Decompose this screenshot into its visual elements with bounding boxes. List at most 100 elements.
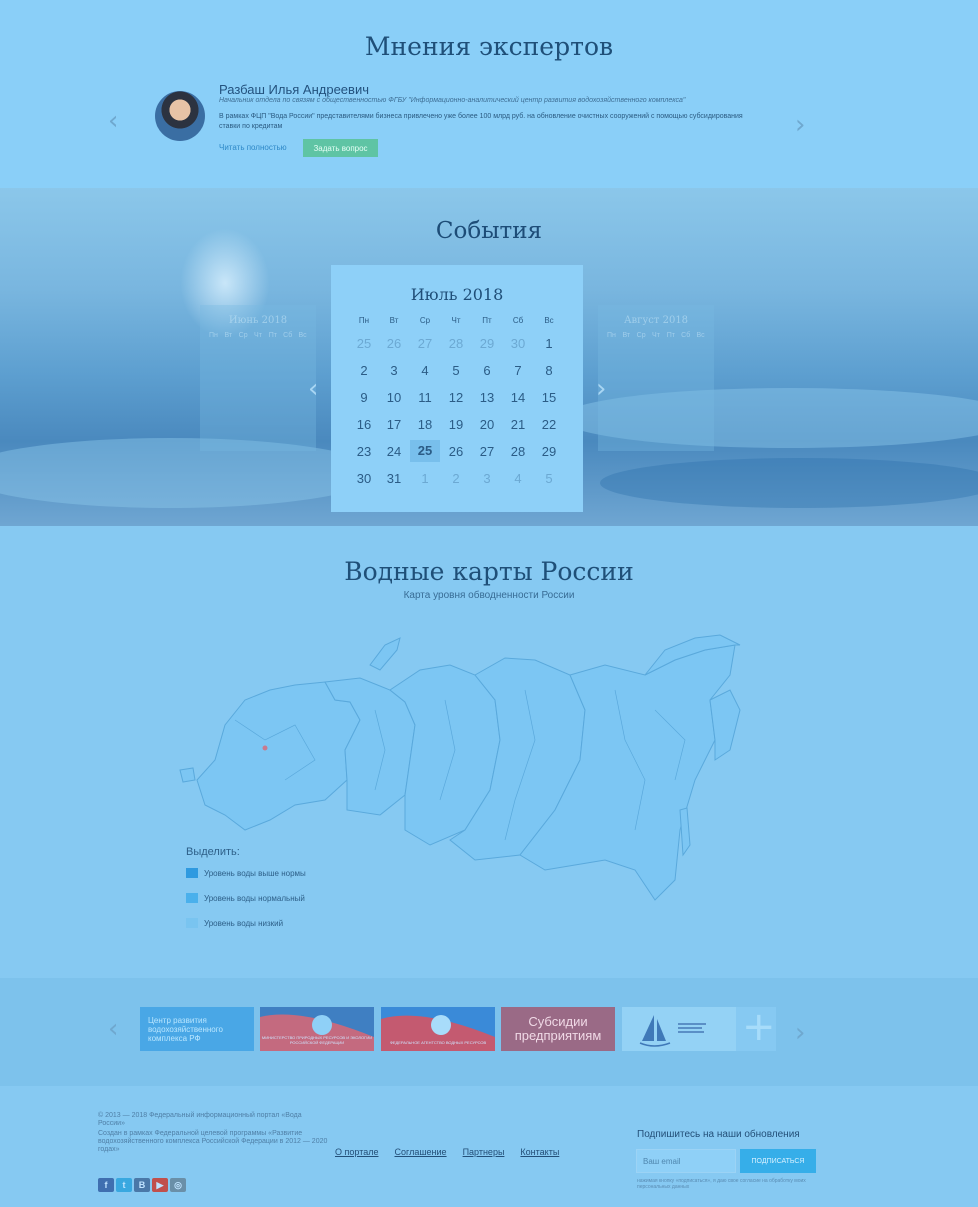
legend-swatch-icon	[186, 868, 198, 878]
calendar-day[interactable]: 13	[472, 390, 502, 405]
calendar-day[interactable]: 8	[534, 363, 564, 378]
mini-weekday-label: Ср	[238, 332, 248, 339]
partner-banner-water-center[interactable]: Центр развития водохозяйственного компле…	[140, 1007, 254, 1051]
calendar-day[interactable]: 17	[379, 417, 409, 432]
vk-icon[interactable]: B	[134, 1178, 150, 1192]
calendar-prev-arrow-icon[interactable]: ‹	[308, 376, 318, 402]
youtube-icon[interactable]: ▶	[152, 1178, 168, 1192]
calendar-day[interactable]: 24	[379, 444, 409, 459]
calendar-day[interactable]: 4	[503, 471, 533, 486]
calendar-next-arrow-icon[interactable]: ›	[596, 376, 606, 402]
subscribe-button[interactable]: ПОДПИСАТЬСЯ	[740, 1149, 816, 1173]
mini-weekday-label: Чт	[254, 332, 262, 339]
legend-item[interactable]: Уровень воды нормальный	[186, 893, 305, 903]
mini-weekday-label: Сб	[681, 332, 691, 339]
weekday-label: Ср	[419, 316, 431, 325]
calendar-day[interactable]: 25	[349, 336, 379, 351]
mini-weekday-label: Вс	[696, 332, 705, 339]
next-month-calendar[interactable]: Август 2018 Пн Вт Ср Чт Пт Сб Вс	[598, 305, 714, 451]
calendar-day[interactable]: 27	[410, 336, 440, 351]
calendar-day[interactable]: 23	[349, 444, 379, 459]
instagram-icon[interactable]: ◎	[170, 1178, 186, 1192]
calendar-day[interactable]: 19	[441, 417, 471, 432]
partners-prev-arrow-icon[interactable]: ‹	[108, 1016, 118, 1042]
calendar-day[interactable]: 7	[503, 363, 533, 378]
calendar-day[interactable]: 6	[472, 363, 502, 378]
calendar-day[interactable]: 30	[349, 471, 379, 486]
calendar-day[interactable]: 30	[503, 336, 533, 351]
calendar-day[interactable]: 22	[534, 417, 564, 432]
partner-banner-ministry[interactable]: МИНИСТЕРСТВО ПРИРОДНЫХ РЕСУРСОВ И ЭКОЛОГ…	[260, 1007, 374, 1051]
previous-month-grid: Пн Вт Ср Чт Пт Сб Вс	[200, 326, 316, 339]
ask-question-button[interactable]: Задать вопрос	[303, 139, 378, 157]
legend-item[interactable]: Уровень воды выше нормы	[186, 868, 306, 878]
next-month-grid: Пн Вт Ср Чт Пт Сб Вс	[598, 326, 714, 339]
expert-position: Начальник отдела по связям с общественно…	[219, 97, 686, 104]
calendar-day[interactable]: 16	[349, 417, 379, 432]
calendar-day[interactable]: 21	[503, 417, 533, 432]
calendar-day-today[interactable]: 25	[410, 440, 440, 462]
mini-weekday-label: Пт	[666, 332, 675, 339]
facebook-icon[interactable]: f	[98, 1178, 114, 1192]
next-month-title: Август 2018	[623, 315, 689, 326]
read-more-link[interactable]: Читать полностью	[219, 143, 287, 152]
calendar-day[interactable]: 28	[441, 336, 471, 351]
legend-item[interactable]: Уровень воды низкий	[186, 918, 283, 928]
calendar-day[interactable]: 31	[379, 471, 409, 486]
legend-swatch-icon	[186, 893, 198, 903]
partner-banner-sailboat[interactable]	[622, 1007, 736, 1051]
footer-nav-link[interactable]: Соглашение	[394, 1147, 446, 1157]
footer-nav-link[interactable]: Партнеры	[463, 1147, 505, 1157]
partners-next-arrow-icon[interactable]: ›	[795, 1020, 805, 1046]
calendar-day[interactable]: 12	[441, 390, 471, 405]
calendar-day[interactable]: 26	[441, 444, 471, 459]
calendar-day[interactable]: 1	[410, 471, 440, 486]
footer-nav-link[interactable]: О портале	[335, 1147, 378, 1157]
map-region-kaliningrad	[179, 767, 196, 783]
twitter-icon[interactable]: t	[116, 1178, 132, 1192]
calendar-day[interactable]: 5	[441, 363, 471, 378]
weekday-label: Вс	[544, 316, 554, 325]
previous-month-calendar[interactable]: Июнь 2018 Пн Вт Ср Чт Пт Сб Вс	[200, 305, 316, 451]
weekday-label: Чт	[451, 316, 461, 325]
calendar-day[interactable]: 15	[534, 390, 564, 405]
maps-title: Водные карты России	[344, 557, 634, 586]
mini-weekday-label: Пн	[606, 332, 616, 339]
calendar-day[interactable]: 28	[503, 444, 533, 459]
email-input[interactable]	[636, 1149, 736, 1173]
experts-prev-arrow-icon[interactable]: ‹	[108, 108, 118, 134]
calendar-day[interactable]: 10	[379, 390, 409, 405]
calendar-day[interactable]: 29	[534, 444, 564, 459]
map-region-west	[196, 681, 361, 831]
calendar-day[interactable]: 20	[472, 417, 502, 432]
calendar-day[interactable]: 2	[441, 471, 471, 486]
mini-weekday-label: Сб	[283, 332, 293, 339]
map-island-novaya-zemlya	[369, 637, 401, 671]
calendar-day[interactable]: 1	[534, 336, 564, 351]
social-links: f t B ▶ ◎	[98, 1178, 186, 1192]
calendar-day[interactable]: 4	[410, 363, 440, 378]
subscribe-title: Подпишитесь на наши обновления	[637, 1129, 800, 1140]
calendar-day[interactable]: 27	[472, 444, 502, 459]
calendar-day[interactable]: 14	[503, 390, 533, 405]
calendar-day[interactable]: 3	[472, 471, 502, 486]
partner-banner-subsidies[interactable]: Субсидии предприятиям	[501, 1007, 615, 1051]
calendar-day[interactable]: 26	[379, 336, 409, 351]
calendar-day[interactable]: 29	[472, 336, 502, 351]
footer-program: Создан в рамках Федеральной целевой прог…	[98, 1130, 328, 1153]
footer-nav-link[interactable]: Контакты	[520, 1147, 559, 1157]
calendar-day[interactable]: 9	[349, 390, 379, 405]
partner-banner-water-agency[interactable]: ФЕДЕРАЛЬНОЕ АГЕНТСТВО ВОДНЫХ РЕСУРСОВ	[381, 1007, 495, 1051]
mini-weekday-label: Пн	[208, 332, 218, 339]
background-wave	[0, 438, 380, 508]
partners-section: ‹ Центр развития водохозяйственного комп…	[0, 978, 978, 1086]
partner-banner-more[interactable]: +	[736, 1007, 776, 1051]
expert-quote: В рамках ФЦП "Вода России" представителя…	[219, 113, 743, 130]
calendar-day[interactable]: 2	[349, 363, 379, 378]
calendar-day[interactable]: 11	[410, 390, 440, 405]
calendar-day[interactable]: 3	[379, 363, 409, 378]
calendar-day[interactable]: 5	[534, 471, 564, 486]
mini-weekday-label: Вс	[298, 332, 307, 339]
experts-next-arrow-icon[interactable]: ›	[795, 112, 805, 138]
calendar-day[interactable]: 18	[410, 417, 440, 432]
